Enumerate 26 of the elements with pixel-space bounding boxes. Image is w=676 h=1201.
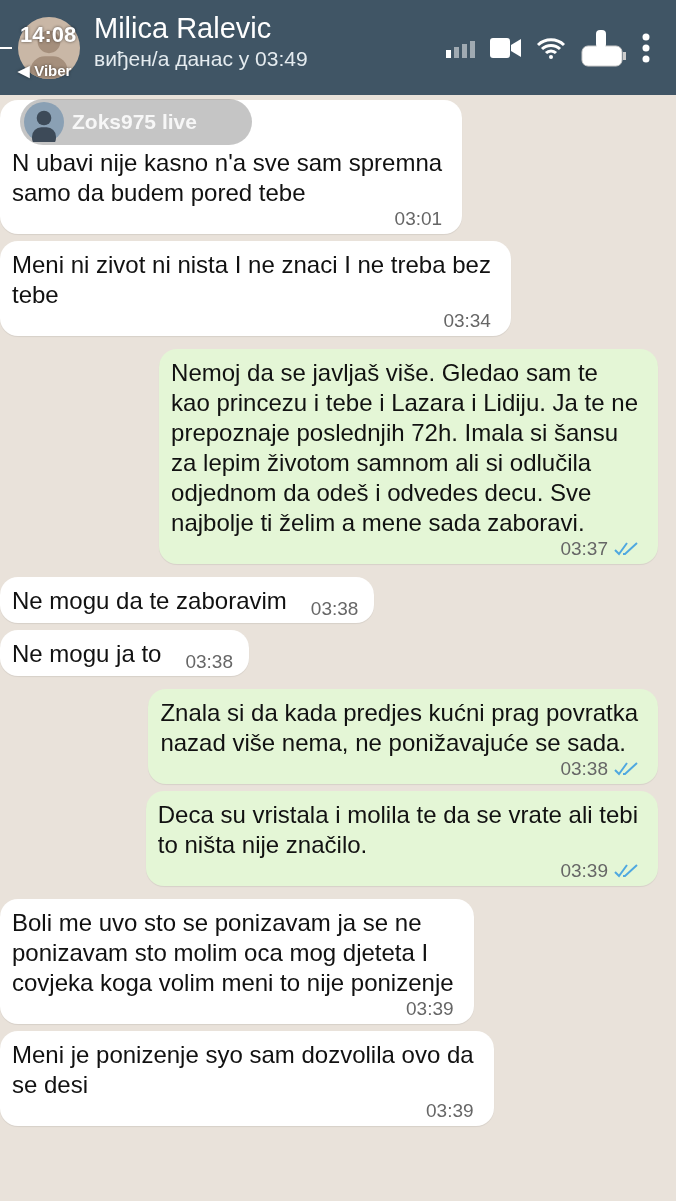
message-time: 03:01: [394, 208, 443, 230]
wifi-icon: [536, 36, 566, 59]
message-time: 03:39: [406, 998, 454, 1020]
message-text: Ne mogu da te zaboravim: [12, 586, 287, 616]
message-text: Deca su vristala i molila te da se vrate ali tebi to ništa nije značilo.: [157, 800, 638, 860]
status-time: 14:08: [20, 22, 77, 48]
message-time: 03:39: [560, 860, 608, 882]
message-time: 03:34: [443, 310, 491, 332]
back-to-app-link[interactable]: ◀ Viber: [18, 62, 72, 80]
message-text: Meni je ponizenje syo sam dozvolila ovo da se desi: [12, 1040, 474, 1100]
last-seen: виђен/а данас у 03:49: [94, 47, 309, 71]
battery-icon: [580, 27, 628, 68]
message-text: Ne mogu ja to: [12, 639, 162, 669]
message-time: 03:38: [185, 651, 233, 673]
message-text: N ubavi nije kasno n'a sve sam spremna samo da budem pored tebe: [12, 148, 443, 208]
menu-icon[interactable]: [642, 32, 650, 63]
back-icon[interactable]: [0, 46, 12, 49]
message-time: 03:39: [426, 1100, 474, 1122]
message-text: Nemoj da se javljaš više. Gledao sam te kao princezu i tebe i Lazara i Lidiju. Ja te ne prepoznaje poslednjih 72h. Imala si šansu za lepim životom samnom ali si odlučila odjednom da odeš i odvedes decu. Sve najbolje ti želim a mene sada zaboravi.: [171, 358, 638, 538]
message-time: 03:37: [560, 538, 608, 560]
message-text: Boli me uvo sto se ponizavam ja se ne ponizavam sto molim oca mog djeteta I covjeka koga volim meni to nije ponizenje: [12, 908, 454, 998]
message-time: 03:38: [560, 758, 608, 780]
message-time: 03:38: [310, 598, 359, 620]
contact-name: Milica Ralevic: [94, 12, 273, 45]
message-text: Znala si da kada predjes kućni prag povratka nazad više nema, ne ponižavajuće se sada.: [160, 698, 638, 758]
message-text: Meni ni zivot ni nista I ne znaci I ne treba bez tebe: [12, 250, 491, 310]
